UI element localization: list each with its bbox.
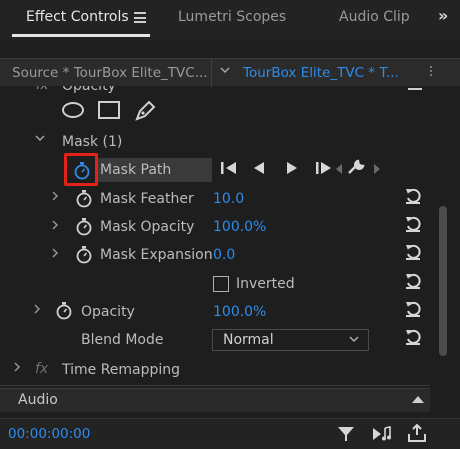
timecode-display[interactable]: 00:00:00:00 [8,426,90,442]
ellipse-mask-icon[interactable] [62,102,84,118]
opacity-value[interactable]: 100.0 [213,304,253,320]
track-backward-icon[interactable] [218,158,240,182]
export-icon[interactable] [406,422,428,448]
stopwatch-icon[interactable] [75,217,92,236]
source-divider [211,59,212,87]
stopwatch-icon[interactable] [75,245,92,264]
tab-lumetri-scopes[interactable]: Lumetri Scopes [178,9,286,25]
mask-path-stopwatch-highlight [64,153,98,186]
stopwatch-icon[interactable] [75,189,92,208]
reset-icon[interactable] [404,300,422,318]
mask-feather-label: Mask Feather [100,191,194,207]
play-audio-icon[interactable] [370,424,394,448]
feather-expand-icon[interactable] [50,190,60,206]
reset-icon[interactable] [404,328,422,346]
opacity-unit: % [253,304,267,320]
tab-effect-controls[interactable]: Effect Controls [26,9,129,25]
blend-mode-value: Normal [223,332,274,348]
collapse-up-icon[interactable] [412,396,424,403]
mask-opacity-label: Mask Opacity [100,219,195,235]
stopwatch-icon[interactable] [55,301,72,320]
vertical-scrollbar[interactable] [437,86,449,414]
time-remapping-expand-icon[interactable] [12,361,22,377]
source-clip-label[interactable]: Source * TourBox Elite_TVC... [12,65,208,81]
inverted-checkbox[interactable] [213,276,229,292]
mask-expansion-expand-icon[interactable] [50,247,60,263]
grip-icon[interactable] [430,66,438,80]
panel-tab-bar: Effect Controls Lumetri Scopes Audio Cli… [0,0,460,40]
next-keyframe-icon[interactable] [371,161,383,181]
chevron-down-icon[interactable] [219,64,231,79]
effect-controls-panel: fx Opacity Mask (1) Mask Path [0,86,430,416]
reset-icon[interactable] [404,215,422,233]
mask-opacity-expand-icon[interactable] [50,219,60,235]
sequence-clip-label[interactable]: TourBox Elite_TVC * T... [243,65,399,81]
mask-opacity-unit: % [253,219,267,235]
mask-path-label: Mask Path [100,162,172,178]
wrench-icon[interactable] [346,158,366,182]
tab-overflow-icon[interactable]: » [438,6,448,25]
track-forward-icon[interactable] [313,158,335,182]
bottom-bar: 00:00:00:00 [0,418,460,449]
audio-label: Audio [18,392,58,408]
reset-icon[interactable] [404,243,422,261]
panel-menu-icon[interactable] [134,12,146,23]
opacity-label: Opacity [81,304,135,320]
inverted-label: Inverted [236,276,295,292]
opacity-header-label: Opacity [62,86,116,94]
mask-opacity-value[interactable]: 100.0 [213,219,253,235]
tab-audio-clip[interactable]: Audio Clip [339,9,410,25]
blend-mode-label: Blend Mode [81,332,164,348]
pen-mask-icon[interactable] [134,98,158,126]
chevron-down-icon [348,332,360,349]
audio-section-header[interactable]: Audio [0,388,430,412]
opacity-expand-icon[interactable] [32,303,42,319]
reset-icon[interactable] [408,88,422,90]
scroll-thumb[interactable] [439,206,447,356]
prev-keyframe-icon[interactable] [333,161,345,181]
blend-mode-dropdown[interactable]: Normal [212,329,369,351]
mask-collapse-icon[interactable] [34,132,46,148]
mask-feather-value[interactable]: 10.0 [213,191,244,207]
reset-icon[interactable] [404,187,422,205]
fx-icon: fx [36,86,48,93]
fx-icon: fx [35,361,49,377]
mask-label[interactable]: Mask (1) [62,134,122,150]
filter-icon[interactable] [336,424,356,448]
track-one-frame-back-icon[interactable] [250,158,268,182]
mask-expansion-label: Mask Expansion [100,247,213,263]
source-bar: Source * TourBox Elite_TVC... TourBox El… [0,58,460,87]
time-remapping-label: Time Remapping [62,362,181,378]
track-one-frame-forward-icon[interactable] [283,158,301,182]
section-divider [0,385,430,386]
reset-icon[interactable] [404,272,422,290]
rectangle-mask-icon[interactable] [98,101,120,119]
active-tab-underline [12,34,150,37]
mask-expansion-value[interactable]: 0.0 [213,247,235,263]
